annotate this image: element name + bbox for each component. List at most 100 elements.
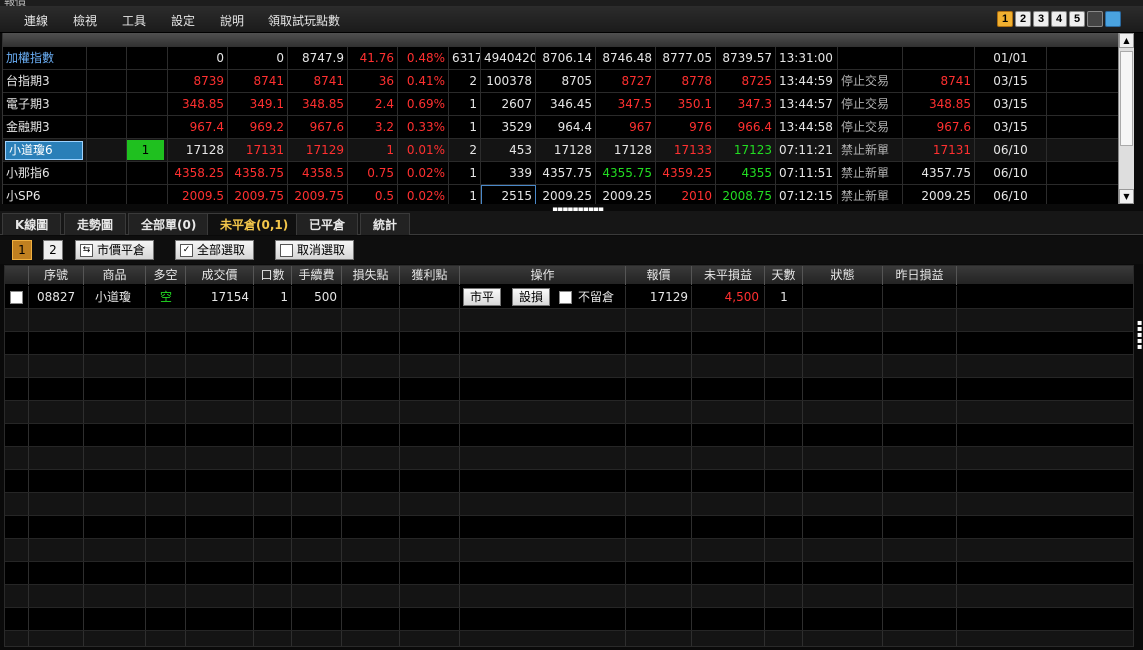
quote-cell-vol: 2 [449, 70, 481, 93]
layout-button-5[interactable]: 5 [1069, 11, 1085, 27]
quote-cell-_blank [1047, 47, 1118, 70]
tab-trend-chart[interactable]: 走勢圖 [64, 213, 127, 235]
positions-header-cell[interactable]: 損失點 [342, 266, 400, 285]
page-button-2[interactable]: 2 [43, 240, 63, 260]
quote-cell-ask: 4358.75 [228, 162, 288, 185]
scroll-thumb[interactable] [1120, 51, 1133, 146]
layout-button-3[interactable]: 3 [1033, 11, 1049, 27]
quote-row[interactable]: 電子期3 348.85 349.1 348.85 2.4 0.69% 1 2607 346.45… [3, 93, 1118, 116]
positions-header-cell[interactable]: 昨日損益 [883, 266, 957, 285]
quote-row[interactable]: 小道瓊6 1 17128 17131 17129 1 0.01% 2 453 17128 17128… [3, 139, 1118, 162]
quote-cell-_blank [1047, 93, 1118, 116]
quote-cell-settle [903, 47, 975, 70]
select-all-button[interactable]: ✓ 全部選取 [175, 240, 255, 260]
row-checkbox[interactable] [10, 291, 23, 304]
no-overnight-checkbox[interactable] [559, 291, 572, 304]
quote-cell-status: 禁止新單 [838, 162, 903, 185]
quote-cell-vol: 1 [449, 116, 481, 139]
table-row[interactable] [5, 631, 1133, 646]
quote-cell-chg: 0.5 [348, 185, 398, 204]
quote-cell-low: 8725 [716, 70, 776, 93]
quote-cell-total: 2515 [481, 185, 536, 204]
positions-header-cell[interactable]: 多空 [146, 266, 186, 285]
table-row[interactable] [5, 378, 1133, 401]
market-close-row-button[interactable]: 市平 [463, 288, 502, 306]
quote-row[interactable]: 小SP6 2009.5 2009.75 2009.75 0.5 0.02% 1 2515 200… [3, 185, 1118, 204]
positions-header-cell[interactable] [5, 266, 29, 285]
deselect-button[interactable]: 取消選取 [275, 240, 355, 260]
menu-trial-points[interactable]: 領取試玩點數 [268, 12, 340, 29]
positions-header-cell[interactable]: 操作 [460, 266, 626, 285]
positions-header-cell[interactable]: 獲利點 [400, 266, 460, 285]
positions-header-cell[interactable]: 口數 [254, 266, 292, 285]
quote-row[interactable]: 台指期3 8739 8741 8741 36 0.41% 2 100378 8705 8727 87… [3, 70, 1118, 93]
positions-header-cell[interactable]: 成交價 [186, 266, 254, 285]
quote-cell-open: 4355.75 [596, 162, 656, 185]
table-row[interactable] [5, 516, 1133, 539]
positions-header-cell[interactable]: 序號 [29, 266, 84, 285]
positions-header-cell[interactable]: 報價 [626, 266, 692, 285]
quote-row[interactable]: 小那指6 4358.25 4358.75 4358.5 0.75 0.02% 1 339 435… [3, 162, 1118, 185]
table-row[interactable] [5, 355, 1133, 378]
window-maximize-icon[interactable] [1105, 11, 1121, 27]
quote-scrollbar[interactable]: ▲ ▼ [1118, 33, 1134, 204]
position-cell-pnl: 4,500 [724, 290, 759, 304]
quote-row[interactable]: 金融期3 967.4 969.2 967.6 3.2 0.33% 1 3529 964.4 967… [3, 116, 1118, 139]
table-row[interactable] [5, 539, 1133, 562]
table-row[interactable] [5, 332, 1133, 355]
positions-header-cell[interactable]: 未平損益 [692, 266, 765, 285]
quote-cell-bid: 17128 [168, 139, 228, 162]
menu-connect[interactable]: 連線 [24, 12, 48, 29]
menu-help[interactable]: 說明 [220, 12, 244, 29]
table-row[interactable] [5, 493, 1133, 516]
table-row[interactable] [5, 401, 1133, 424]
table-row[interactable] [5, 470, 1133, 493]
layout-button-1[interactable]: 1 [997, 11, 1013, 27]
scroll-down-icon[interactable]: ▼ [1119, 189, 1134, 204]
menu-settings[interactable]: 設定 [171, 12, 195, 29]
quote-cell-_blank [1047, 139, 1118, 162]
checkbox-empty-icon [280, 243, 293, 257]
quote-cell-time: 13:44:58 [776, 116, 838, 139]
menu-view[interactable]: 檢視 [73, 12, 97, 29]
tab-k-chart[interactable]: K線圖 [2, 213, 62, 235]
scroll-up-icon[interactable]: ▲ [1119, 33, 1134, 48]
positions-header-cell[interactable]: 手續費 [292, 266, 342, 285]
close-position-icon: ⇆ [80, 243, 93, 257]
window-restore-icon[interactable] [1087, 11, 1103, 27]
set-stop-loss-button[interactable]: 設損 [512, 288, 551, 306]
tab-statistics[interactable]: 統計 [360, 213, 411, 235]
quote-cell-bid: 4358.25 [168, 162, 228, 185]
tab-open-positions[interactable]: 未平倉(0,1) [207, 213, 302, 235]
quote-cell-last: 17129 [288, 139, 348, 162]
quote-cell-status: 禁止新單 [838, 139, 903, 162]
quote-cell-low: 966.4 [716, 116, 776, 139]
quote-row[interactable]: 加權指數 0 0 8747.9 41.76 0.48% 6317 4940420 8706.14… [3, 47, 1118, 70]
quote-cell-name: 小那指6 [3, 162, 87, 185]
menu-bar: 連線 檢視 工具 設定 說明 領取試玩點數 1 2 3 4 5 [0, 6, 1143, 33]
table-row[interactable] [5, 585, 1133, 608]
quote-cell-c2 [87, 70, 127, 93]
positions-header-cell[interactable]: 商品 [84, 266, 146, 285]
menu-tools[interactable]: 工具 [122, 12, 146, 29]
quote-cell-bid: 0 [168, 47, 228, 70]
table-row[interactable] [5, 562, 1133, 585]
table-row[interactable] [5, 424, 1133, 447]
layout-button-4[interactable]: 4 [1051, 11, 1067, 27]
positions-header-cell[interactable]: 狀態 [803, 266, 883, 285]
table-row[interactable] [5, 309, 1133, 332]
position-cell-id: 08827 [37, 290, 76, 304]
tab-closed-positions[interactable]: 已平倉 [296, 213, 359, 235]
table-row[interactable]: 08827 小道瓊 空 17154 1 500 17129 4,500 1 市平 設損 不留倉 [5, 286, 1133, 309]
panel-resize-grip[interactable]: ▪ ▪ ▪ ▪ ▪ [1137, 319, 1142, 356]
positions-header-cell[interactable]: 天數 [765, 266, 803, 285]
quote-cell-c2 [87, 162, 127, 185]
market-close-button[interactable]: ⇆ 市價平倉 [75, 240, 155, 260]
page-button-1[interactable]: 1 [12, 240, 32, 260]
selected-symbol-box[interactable]: 小道瓊6 [5, 141, 83, 160]
table-row[interactable] [5, 608, 1133, 631]
table-row[interactable] [5, 447, 1133, 470]
layout-button-2[interactable]: 2 [1015, 11, 1031, 27]
position-cell-price: 17154 [210, 290, 249, 304]
tab-all-orders[interactable]: 全部單(0) [128, 213, 210, 235]
